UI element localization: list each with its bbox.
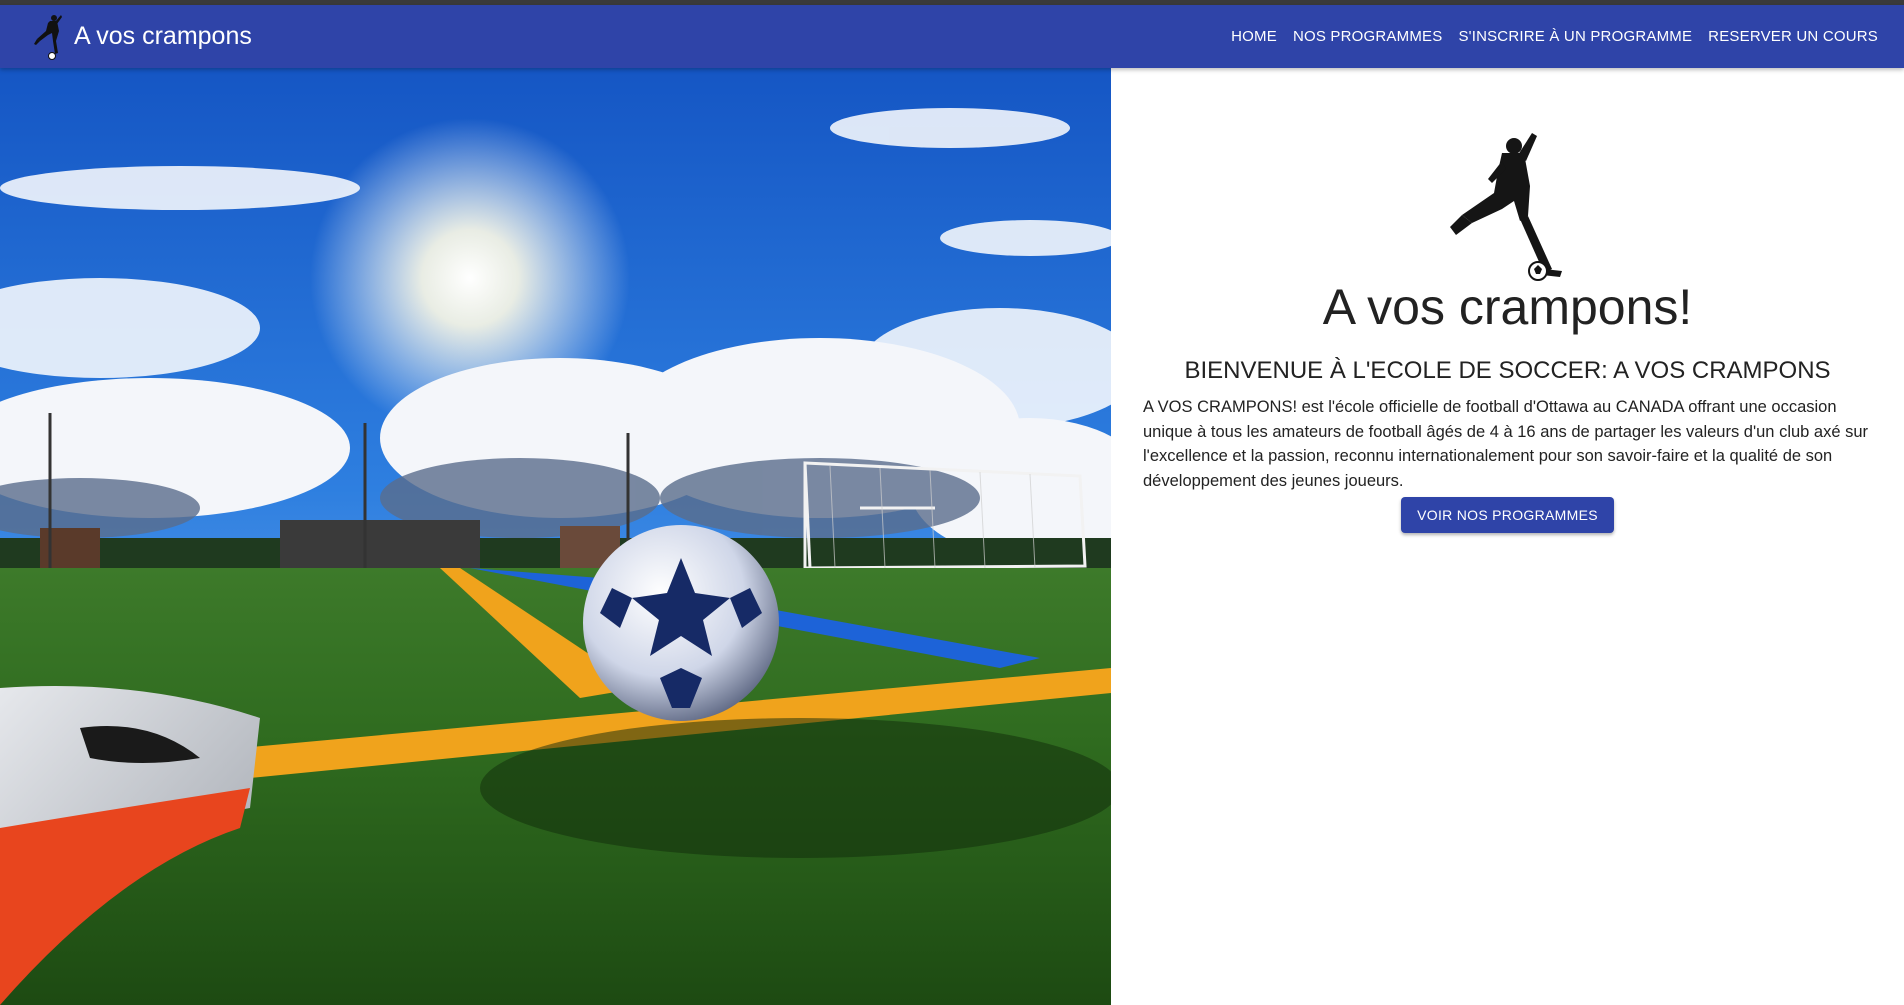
brand-home-link[interactable]: A vos crampons: [28, 5, 252, 68]
nav-nos-programmes[interactable]: NOS PROGRAMMES: [1285, 5, 1450, 68]
voir-nos-programmes-button[interactable]: VOIR NOS PROGRAMMES: [1401, 497, 1614, 533]
nav-home[interactable]: HOME: [1223, 5, 1285, 68]
school-description: A VOS CRAMPONS! est l'école officielle d…: [1143, 398, 1869, 490]
nav-reserver-cours[interactable]: RESERVER UN COURS: [1700, 5, 1886, 68]
app-bar: A vos crampons HOME NOS PROGRAMMES S'INS…: [0, 5, 1904, 68]
soccer-player-kick-icon: [1450, 133, 1562, 281]
brand-title: A vos crampons: [74, 22, 252, 50]
hero-image: [0, 68, 1111, 1005]
page-title: A vos crampons!: [1322, 279, 1693, 335]
welcome-panel: A vos crampons! BIENVENUE À L'ECOLE DE S…: [1111, 68, 1904, 1005]
cta-container: VOIR NOS PROGRAMMES: [1111, 497, 1904, 533]
welcome-subtitle: BIENVENUE À L'ECOLE DE SOCCER: A VOS CRA…: [1184, 357, 1831, 384]
soccer-player-icon: [34, 14, 62, 60]
main-nav: HOME NOS PROGRAMMES S'INSCRIRE À UN PROG…: [1223, 5, 1886, 68]
soccer-ball-on-field-photo: [0, 68, 1111, 1005]
nav-inscrire-programme[interactable]: S'INSCRIRE À UN PROGRAMME: [1450, 5, 1700, 68]
